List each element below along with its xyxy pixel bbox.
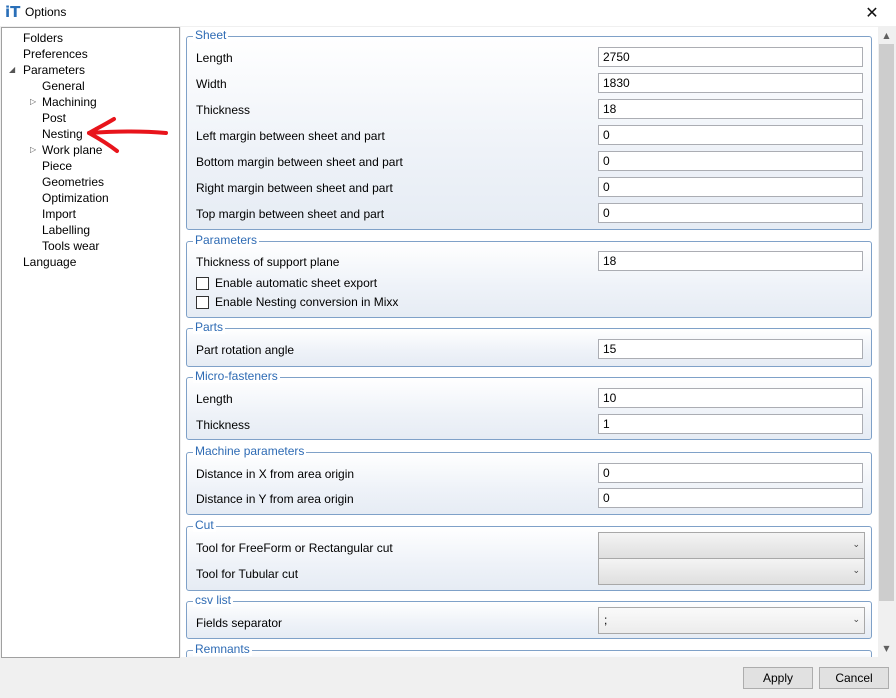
fields-separator-select[interactable]: ; ⌄ xyxy=(598,607,865,634)
tree-item-preferences[interactable]: Preferences xyxy=(23,46,88,62)
left-margin-input[interactable]: 0 xyxy=(598,125,863,145)
scroll-down-arrow-icon[interactable]: ▼ xyxy=(878,640,895,657)
mixx-conversion-option[interactable]: Enable Nesting conversion in Mixx xyxy=(196,296,398,310)
micro-fasteners-group-title: Micro-fasteners xyxy=(193,369,280,383)
distance-y-label: Distance in Y from area origin xyxy=(196,492,354,506)
sheet-thickness-label: Thickness xyxy=(196,103,251,117)
distance-x-input[interactable]: 0 xyxy=(598,463,863,483)
apply-button[interactable]: Apply xyxy=(743,667,813,689)
sheet-width-label: Width xyxy=(196,77,227,91)
expand-triangle-icon[interactable]: ▷ xyxy=(30,94,36,110)
parameters-group: Parameters Thickness of support plane 18… xyxy=(186,233,872,318)
tubular-cut-label: Tool for Tubular cut xyxy=(196,567,299,581)
tree-item-language[interactable]: Language xyxy=(23,254,76,270)
tree-item-tools-wear[interactable]: Tools wear xyxy=(42,238,99,254)
settings-panel: Sheet Length 2750 Width 1830 Thickness 1… xyxy=(181,27,878,657)
remnants-group-title: Remnants xyxy=(193,642,252,656)
rotation-angle-input[interactable]: 15 xyxy=(598,339,863,359)
tree-item-nesting[interactable]: Nesting xyxy=(42,126,83,142)
auto-sheet-export-label: Enable automatic sheet export xyxy=(215,276,378,290)
tree-item-piece[interactable]: Piece xyxy=(42,158,72,174)
right-margin-input[interactable]: 0 xyxy=(598,177,863,197)
tree-item-import[interactable]: Import xyxy=(42,206,76,222)
micro-fasteners-group: Micro-fasteners Length 10 Thickness 1 xyxy=(186,369,872,440)
bottom-margin-input[interactable]: 0 xyxy=(598,151,863,171)
tree-item-folders[interactable]: Folders xyxy=(23,30,63,46)
tree-item-parameters[interactable]: Parameters xyxy=(23,62,85,78)
parts-group: Parts Part rotation angle 15 xyxy=(186,320,872,367)
mixx-conversion-checkbox[interactable] xyxy=(196,296,209,309)
app-logo-icon: iT xyxy=(5,3,21,21)
fastener-length-label: Length xyxy=(196,392,233,406)
tree-item-optimization[interactable]: Optimization xyxy=(42,190,109,206)
vertical-scrollbar[interactable]: ▲ ▼ xyxy=(878,27,895,657)
top-margin-input[interactable]: 0 xyxy=(598,203,863,223)
freeform-cut-select[interactable]: ⌄ xyxy=(598,532,865,559)
sheet-length-label: Length xyxy=(196,51,233,65)
cancel-button[interactable]: Cancel xyxy=(819,667,889,689)
distance-y-input[interactable]: 0 xyxy=(598,488,863,508)
auto-sheet-export-option[interactable]: Enable automatic sheet export xyxy=(196,277,377,291)
chevron-down-icon: ⌄ xyxy=(852,566,860,576)
parameters-group-title: Parameters xyxy=(193,233,260,247)
support-plane-label: Thickness of support plane xyxy=(196,255,340,269)
sheet-length-input[interactable]: 2750 xyxy=(598,47,863,67)
remnants-group: Remnants xyxy=(186,642,872,657)
sheet-width-input[interactable]: 1830 xyxy=(598,73,863,93)
auto-sheet-export-checkbox[interactable] xyxy=(196,277,209,290)
fastener-thickness-label: Thickness xyxy=(196,418,251,432)
tree-item-labelling[interactable]: Labelling xyxy=(42,222,90,238)
tree-item-post[interactable]: Post xyxy=(42,110,66,126)
parts-group-title: Parts xyxy=(193,320,226,334)
sheet-group: Sheet Length 2750 Width 1830 Thickness 1… xyxy=(186,28,872,230)
machine-parameters-group-title: Machine parameters xyxy=(193,444,307,458)
window-title: Options xyxy=(25,5,67,19)
expand-triangle-icon[interactable]: ▷ xyxy=(30,142,36,158)
freeform-cut-label: Tool for FreeForm or Rectangular cut xyxy=(196,541,393,555)
red-arrow-annotation xyxy=(87,117,168,153)
scroll-thumb[interactable] xyxy=(879,44,894,601)
tree-item-geometries[interactable]: Geometries xyxy=(42,174,104,190)
sheet-thickness-input[interactable]: 18 xyxy=(598,99,863,119)
cut-group-title: Cut xyxy=(193,518,216,532)
fastener-thickness-input[interactable]: 1 xyxy=(598,414,863,434)
collapse-triangle-icon[interactable]: ◢ xyxy=(9,62,15,78)
chevron-down-icon: ⌄ xyxy=(852,540,860,550)
cut-group: Cut Tool for FreeForm or Rectangular cut… xyxy=(186,518,872,591)
csv-list-group-title: csv list xyxy=(193,593,233,607)
fields-separator-label: Fields separator xyxy=(196,616,283,630)
top-margin-label: Top margin between sheet and part xyxy=(196,207,385,221)
distance-x-label: Distance in X from area origin xyxy=(196,467,355,481)
rotation-angle-label: Part rotation angle xyxy=(196,343,295,357)
close-icon[interactable]: ✕ xyxy=(856,0,888,26)
tubular-cut-select[interactable]: ⌄ xyxy=(598,558,865,585)
fields-separator-value: ; xyxy=(604,613,608,627)
bottom-margin-label: Bottom margin between sheet and part xyxy=(196,155,403,169)
tree-item-machining[interactable]: Machining xyxy=(42,94,97,110)
support-plane-input[interactable]: 18 xyxy=(598,251,863,271)
right-margin-label: Right margin between sheet and part xyxy=(196,181,393,195)
csv-list-group: csv list Fields separator ; ⌄ xyxy=(186,593,872,639)
mixx-conversion-label: Enable Nesting conversion in Mixx xyxy=(215,295,399,309)
chevron-down-icon: ⌄ xyxy=(852,615,860,625)
title-bar: iT Options ✕ xyxy=(0,0,896,26)
scroll-up-arrow-icon[interactable]: ▲ xyxy=(878,27,895,44)
sheet-group-title: Sheet xyxy=(193,28,229,42)
fastener-length-input[interactable]: 10 xyxy=(598,388,863,408)
machine-parameters-group: Machine parameters Distance in X from ar… xyxy=(186,444,872,515)
tree-item-general[interactable]: General xyxy=(42,78,85,94)
left-margin-label: Left margin between sheet and part xyxy=(196,129,385,143)
